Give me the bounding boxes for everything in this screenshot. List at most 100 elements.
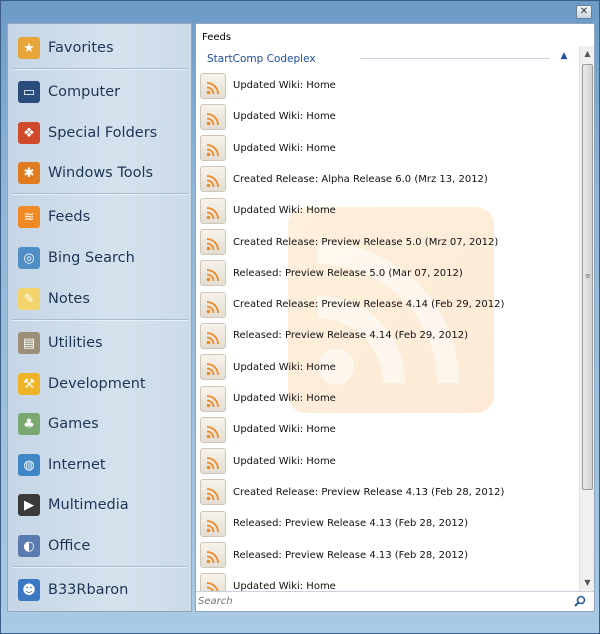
rss-icon bbox=[200, 197, 226, 224]
sidebar-item-favorites[interactable]: ★ Favorites bbox=[8, 28, 191, 68]
feed-item-title: Updated Wiki: Home bbox=[233, 80, 336, 91]
sidebar-item-label: Internet bbox=[48, 457, 106, 473]
computer-icon: ▭ bbox=[18, 81, 40, 103]
feed-item-title: Released: Preview Release 4.14 (Feb 29, … bbox=[233, 330, 468, 342]
feed-item[interactable]: Released: Preview Release 5.0 (Mar 07, 2… bbox=[196, 258, 580, 289]
feed-item-title: Updated Wiki: Home bbox=[233, 142, 336, 154]
feed-item-title: Updated Wiki: Home bbox=[233, 111, 336, 123]
rss-icon bbox=[200, 260, 226, 287]
feed-item[interactable]: Released: Preview Release 4.13 (Feb 28, … bbox=[196, 540, 580, 571]
user-avatar-icon: ☻ bbox=[18, 579, 40, 601]
feed-item-title: Created Release: Preview Release 5.0 (Mr… bbox=[233, 236, 499, 248]
feed-item[interactable]: Updated Wiki: Home bbox=[196, 70, 580, 101]
sidebar-item-windows-tools[interactable]: ✱ Windows Tools bbox=[8, 153, 191, 193]
feed-item[interactable]: Created Release: Preview Release 4.13 (F… bbox=[196, 477, 580, 508]
multimedia-icon: ▶ bbox=[18, 494, 40, 516]
scrollbar[interactable]: ▲ ≡ ▼ bbox=[579, 46, 594, 591]
games-icon: ♣ bbox=[18, 413, 40, 435]
rss-icon bbox=[200, 166, 226, 193]
sidebar-item-label: Multimedia bbox=[48, 497, 129, 513]
feed-item[interactable]: Created Release: Preview Release 5.0 (Mr… bbox=[196, 227, 580, 258]
feed-item[interactable]: Updated Wiki: Home bbox=[196, 383, 580, 414]
sidebar-item-label: Windows Tools bbox=[48, 165, 154, 181]
star-icon: ★ bbox=[18, 37, 40, 59]
sidebar-separator bbox=[12, 566, 188, 567]
sidebar-item-label: Office bbox=[48, 538, 91, 554]
start-menu-window: ✕ ★ Favorites ▭ Computer ❖ Special Folders ✱ Wi… bbox=[0, 0, 600, 634]
feeds-header: Feeds bbox=[202, 32, 232, 43]
sidebar-item-development[interactable]: ⚒ Development bbox=[8, 364, 191, 404]
sidebar-item-label: Utilities bbox=[48, 335, 103, 351]
rss-icon bbox=[200, 103, 226, 130]
feed-item-title: Created Release: Preview Release 4.14 (F… bbox=[233, 299, 505, 311]
search-input[interactable] bbox=[196, 596, 566, 607]
feed-item-title: Released: Preview Release 4.13 (Feb 28, … bbox=[233, 518, 468, 530]
sidebar-item-b33rbaron[interactable]: ☻ B33Rbaron bbox=[8, 570, 191, 610]
chevron-up-icon[interactable]: ▲ bbox=[558, 51, 570, 63]
rss-feed-icon: ≋ bbox=[18, 206, 40, 228]
scroll-up-arrow-icon[interactable]: ▲ bbox=[580, 46, 594, 62]
sidebar-item-label: Games bbox=[48, 416, 99, 432]
sidebar-item-label: Favorites bbox=[48, 40, 114, 56]
feed-item[interactable]: Updated Wiki: Home bbox=[196, 352, 580, 383]
sidebar-item-special-folders[interactable]: ❖ Special Folders bbox=[8, 113, 191, 153]
feeds-panel: Feeds StartComp Codeplex ▲ Updated Wiki:… bbox=[195, 23, 595, 612]
feed-item[interactable]: Released: Preview Release 4.13 (Feb 28, … bbox=[196, 508, 580, 539]
notes-icon: ✎ bbox=[18, 288, 40, 310]
office-icon: ◐ bbox=[18, 535, 40, 557]
feed-item[interactable]: Updated Wiki: Home bbox=[196, 101, 580, 132]
feed-item-title: Updated Wiki: Home bbox=[233, 393, 336, 404]
rss-icon bbox=[200, 72, 226, 99]
rss-icon bbox=[200, 135, 226, 162]
search-bar bbox=[196, 591, 594, 611]
sidebar-item-label: Special Folders bbox=[48, 125, 158, 141]
feed-item-title: Created Release: Preview Release 4.13 (F… bbox=[233, 486, 505, 498]
sidebar-item-label: Notes bbox=[48, 291, 90, 307]
sidebar: ★ Favorites ▭ Computer ❖ Special Folders ✱ Wind… bbox=[7, 23, 192, 612]
sidebar-item-office[interactable]: ◐ Office bbox=[8, 526, 191, 566]
feed-group-title[interactable]: StartComp Codeplex bbox=[196, 49, 580, 69]
feed-item[interactable]: Updated Wiki: Home bbox=[196, 414, 580, 445]
sidebar-separator bbox=[12, 193, 188, 194]
sidebar-item-bing-search[interactable]: ◎ Bing Search bbox=[8, 238, 191, 278]
rss-icon bbox=[200, 416, 226, 443]
grip-icon: ≡ bbox=[585, 272, 591, 280]
sidebar-item-label: Bing Search bbox=[48, 250, 135, 266]
sidebar-item-label: Computer bbox=[48, 84, 121, 100]
feed-item-title: Released: Preview Release 5.0 (Mar 07, 2… bbox=[233, 267, 463, 279]
feed-item[interactable]: Updated Wiki: Home bbox=[196, 133, 580, 164]
sidebar-item-internet[interactable]: ◍ Internet bbox=[8, 445, 191, 485]
feed-item-title: Created Release: Alpha Release 6.0 (Mrz … bbox=[233, 173, 488, 185]
internet-icon: ◍ bbox=[18, 454, 40, 476]
sidebar-item-feeds[interactable]: ≋ Feeds bbox=[8, 197, 191, 237]
feed-item[interactable]: Created Release: Alpha Release 6.0 (Mrz … bbox=[196, 164, 580, 195]
sidebar-item-label: Development bbox=[48, 376, 146, 392]
scroll-down-arrow-icon[interactable]: ▼ bbox=[580, 575, 594, 591]
feed-item-title: Released: Preview Release 4.13 (Feb 28, … bbox=[233, 549, 468, 561]
feed-item-title: Updated Wiki: Home bbox=[233, 424, 336, 436]
utilities-icon: ▤ bbox=[18, 332, 40, 354]
scroll-thumb[interactable]: ≡ bbox=[582, 64, 593, 490]
search-icon[interactable] bbox=[574, 595, 586, 607]
development-icon: ⚒ bbox=[18, 373, 40, 395]
sidebar-separator bbox=[12, 68, 188, 69]
rss-icon bbox=[200, 322, 226, 349]
sidebar-item-games[interactable]: ♣ Games bbox=[8, 404, 191, 444]
sidebar-item-computer[interactable]: ▭ Computer bbox=[8, 72, 191, 112]
special-folders-icon: ❖ bbox=[18, 122, 40, 144]
rss-icon bbox=[200, 479, 226, 506]
feed-item[interactable]: Updated Wiki: Home bbox=[196, 195, 580, 226]
sidebar-item-notes[interactable]: ✎ Notes bbox=[8, 279, 191, 319]
feed-item[interactable]: Created Release: Preview Release 4.14 (F… bbox=[196, 289, 580, 320]
close-button[interactable]: ✕ bbox=[576, 5, 592, 19]
rss-icon bbox=[200, 448, 226, 475]
rss-icon bbox=[200, 229, 226, 255]
rss-icon bbox=[200, 385, 226, 412]
feed-item[interactable]: Updated Wiki: Home bbox=[196, 446, 580, 477]
feed-item-title: Updated Wiki: Home bbox=[233, 455, 336, 467]
rss-icon bbox=[200, 510, 226, 537]
feed-item-title: Updated Wiki: Home bbox=[233, 361, 336, 373]
feed-item[interactable]: Released: Preview Release 4.14 (Feb 29, … bbox=[196, 320, 580, 351]
sidebar-item-utilities[interactable]: ▤ Utilities bbox=[8, 323, 191, 363]
sidebar-item-multimedia[interactable]: ▶ Multimedia bbox=[8, 485, 191, 525]
